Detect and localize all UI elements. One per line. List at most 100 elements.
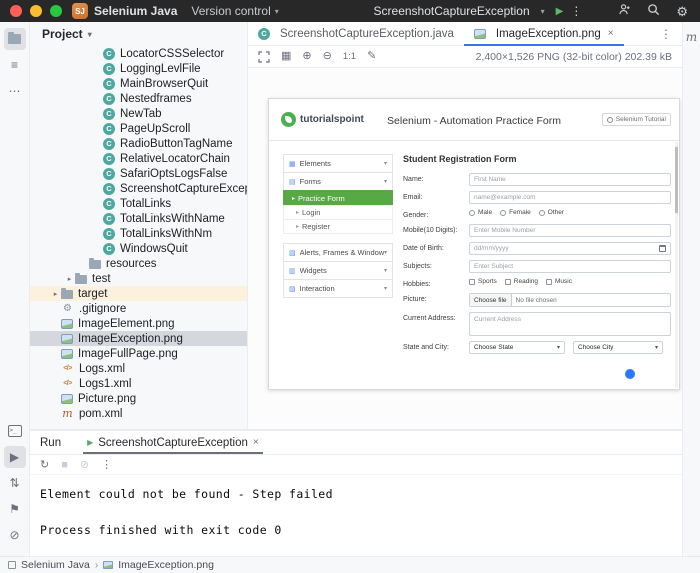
folder-icon <box>8 34 21 44</box>
problems-tool-icon[interactable]: ⊘ <box>4 524 26 546</box>
breadcrumb-file[interactable]: ImageException.png <box>118 559 214 571</box>
more-tool-windows-icon[interactable]: ⋯ <box>4 80 26 102</box>
tree-item[interactable]: </>Logs1.xml <box>30 376 247 391</box>
tree-item[interactable]: C LoggingLevlFile <box>30 61 247 76</box>
tree-item[interactable]: ImageFullPage.png <box>30 346 247 361</box>
tree-item[interactable]: ⚙.gitignore <box>30 301 247 316</box>
kebab-icon[interactable]: ⋮ <box>650 27 682 41</box>
structure-tool-icon[interactable]: ≡ <box>4 54 26 76</box>
console-line: Process finished with exit code 0 <box>40 521 682 539</box>
commit-tool-icon[interactable]: ⇅ <box>4 472 26 494</box>
text-input: Enter Subject <box>469 260 671 273</box>
zoom-in-icon[interactable]: ⊕ <box>302 51 311 62</box>
tab-imageexception-png[interactable]: ImageException.png × <box>464 22 624 45</box>
edit-image-icon[interactable]: ✎ <box>367 51 376 62</box>
tree-item[interactable]: mpom.xml <box>30 406 247 421</box>
close-run-tab-icon[interactable]: × <box>253 437 259 448</box>
menu-item-icon: ▦ <box>289 160 296 168</box>
close-tab-icon[interactable]: × <box>608 28 614 39</box>
tree-item-label: RelativeLocatorChain <box>120 153 230 165</box>
radio-label: Other <box>548 209 564 216</box>
tree-item[interactable]: CPageUpScroll <box>30 121 247 136</box>
kebab-icon[interactable]: ⋮ <box>101 458 112 471</box>
run-configuration-name[interactable]: ScreenshotCaptureException <box>374 4 530 18</box>
minimize-window-button[interactable] <box>30 5 42 17</box>
folder-icon <box>75 275 87 284</box>
fullscreen-window-button[interactable] <box>50 5 62 17</box>
tree-item[interactable]: CScreenshotCaptureException <box>30 181 247 196</box>
page-scrollbar-thumb <box>675 147 678 213</box>
tree-item[interactable]: CRadioButtonTagName <box>30 136 247 151</box>
tree-item[interactable]: ▸test <box>30 271 247 286</box>
tree-item-label: LoggingLevlFile <box>120 63 201 75</box>
tree-item[interactable]: ImageException.png <box>30 331 247 346</box>
project-name[interactable]: Selenium Java <box>94 4 177 18</box>
actual-size-button[interactable]: 1:1 <box>343 52 356 62</box>
tree-item-label: ImageFullPage.png <box>78 348 178 360</box>
tree-item[interactable]: CWindowsQuit <box>30 241 247 256</box>
tab-screenshotcaptureexception-java[interactable]: C ScreenshotCaptureException.java <box>248 22 464 45</box>
run-widget: ScreenshotCaptureException ▾ ▶ ⋮ <box>374 4 583 18</box>
grid-icon[interactable]: ▦ <box>281 51 291 62</box>
tree-item[interactable]: CTotalLinksWithNm <box>30 226 247 241</box>
run-tool-icon[interactable]: ▶ <box>4 446 26 468</box>
tree-item[interactable]: CNestedframes <box>30 91 247 106</box>
xml-icon: </> <box>61 377 74 390</box>
form-label: Subjects: <box>403 260 469 270</box>
tree-item[interactable]: resources <box>30 256 247 271</box>
header-link-label: Selenium Tutorial <box>616 116 666 123</box>
tree-item[interactable]: CSafariOptsLogsFalse <box>30 166 247 181</box>
settings-gear-icon[interactable]: ⚙ <box>676 5 688 18</box>
tree-item[interactable]: CRelativeLocatorChain <box>30 151 247 166</box>
terminal-tool-icon[interactable]: >_ <box>4 420 26 442</box>
run-tab[interactable]: ▶ ScreenshotCaptureException × <box>79 431 267 454</box>
tree-item[interactable]: </>Logs.xml <box>30 361 247 376</box>
image-file-icon <box>103 561 113 569</box>
tree-item-label: Nestedframes <box>120 93 192 105</box>
class-icon: C <box>103 183 115 195</box>
clear-icon: ⊘ <box>80 458 89 471</box>
image-file-icon <box>474 29 486 39</box>
radio-option: Other <box>539 209 564 216</box>
image-icon <box>61 319 73 329</box>
folder-icon <box>89 260 101 269</box>
project-tool-icon[interactable] <box>4 28 26 50</box>
chevron-down-icon: ▾ <box>384 160 387 167</box>
tree-item-label: test <box>92 273 111 285</box>
close-window-button[interactable] <box>10 5 22 17</box>
run-panel-title[interactable]: Run <box>40 437 61 449</box>
zoom-out-icon[interactable]: ⊖ <box>323 51 332 62</box>
chevron-down-icon: ▾ <box>88 30 92 39</box>
bookmarks-tool-icon[interactable]: ⚑ <box>4 498 26 520</box>
checkbox-icon <box>505 279 511 285</box>
class-icon: C <box>103 63 115 75</box>
tree-item[interactable]: CTotalLinksWithName <box>30 211 247 226</box>
breadcrumb-project[interactable]: Selenium Java <box>21 559 90 571</box>
tree-item-label: PageUpScroll <box>120 123 190 135</box>
text-input: Enter Mobile Number <box>469 224 671 237</box>
tree-item[interactable]: CTotalLinks <box>30 196 247 211</box>
tree-item[interactable]: CLocatorCSSSelector <box>30 46 247 61</box>
menu-subitem: ▸Login <box>283 205 393 220</box>
project-badge[interactable]: SJ <box>72 3 88 19</box>
project-panel-header[interactable]: Project ▾ <box>30 22 247 46</box>
tree-item[interactable]: ImageElement.png <box>30 316 247 331</box>
image-preview-canvas[interactable]: tutorialspoint Selenium - Automation Pra… <box>248 68 682 429</box>
ide-window: SJ Selenium Java Version control ▾ Scree… <box>0 0 700 573</box>
more-actions-icon[interactable]: ⋮ <box>570 4 582 18</box>
tree-item[interactable]: CNewTab <box>30 106 247 121</box>
tree-item[interactable]: ▸target <box>30 286 247 301</box>
search-icon[interactable] <box>647 3 660 19</box>
image-icon <box>61 394 73 404</box>
tree-item-label: TotalLinksWithNm <box>120 228 212 240</box>
fit-to-window-icon[interactable] <box>258 51 270 63</box>
add-user-icon[interactable] <box>618 3 631 19</box>
vcs-widget[interactable]: Version control <box>191 4 270 18</box>
maven-icon: m <box>61 407 74 420</box>
rerun-icon[interactable]: ↻ <box>40 458 49 471</box>
tree-item[interactable]: Picture.png <box>30 391 247 406</box>
titlebar: SJ Selenium Java Version control ▾ Scree… <box>0 0 700 22</box>
maven-tool-icon[interactable]: m <box>686 30 697 44</box>
tree-item[interactable]: CMainBrowserQuit <box>30 76 247 91</box>
run-button[interactable]: ▶ <box>556 6 564 17</box>
